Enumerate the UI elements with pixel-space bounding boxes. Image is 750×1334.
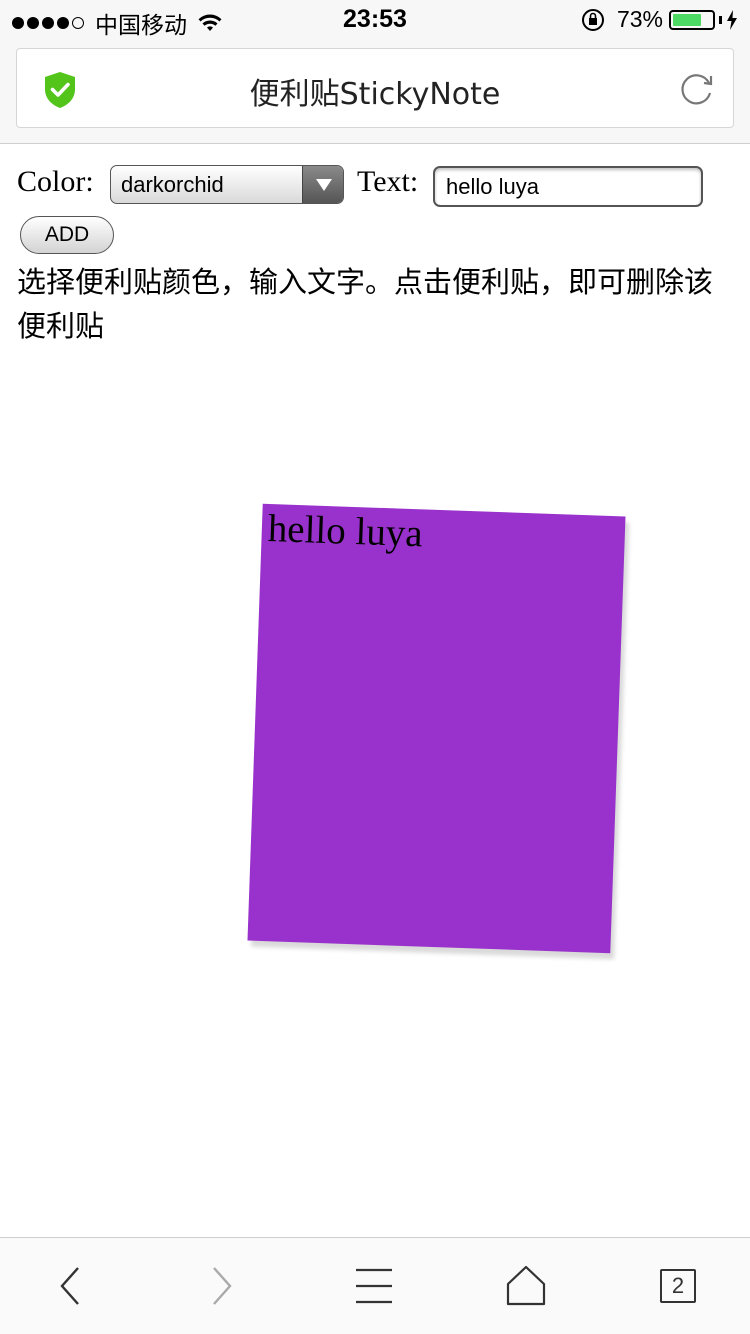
page-title: 便利贴StickyNote (249, 77, 501, 112)
forward-icon[interactable] (198, 1264, 242, 1308)
browser-header: 便利贴StickyNote (0, 40, 750, 144)
status-right: 73% (581, 6, 738, 33)
color-select[interactable]: darkorchid (110, 165, 344, 204)
status-bar: 中国移动 23:53 73% (0, 0, 750, 40)
sticky-note[interactable]: hello luya (247, 503, 626, 954)
home-icon[interactable] (504, 1264, 548, 1308)
page-content: Color: darkorchid Text: hello luya ADD 选… (0, 145, 750, 1237)
reload-icon[interactable] (679, 71, 715, 107)
color-label: Color: (17, 165, 94, 198)
tabs-button[interactable]: 2 (660, 1269, 696, 1303)
back-icon[interactable] (50, 1264, 94, 1308)
battery-fill (673, 13, 701, 26)
text-label: Text: (357, 165, 419, 198)
battery-tip (719, 15, 722, 24)
add-button[interactable]: ADD (20, 216, 114, 254)
charging-bolt-icon (727, 9, 737, 30)
battery-icon (669, 9, 715, 30)
rotation-lock-icon (581, 8, 604, 31)
menu-icon[interactable] (352, 1264, 396, 1308)
bottom-toolbar: 2 (0, 1237, 750, 1334)
battery-percent: 73% (616, 6, 663, 32)
sticky-note-text: hello luya (267, 507, 424, 556)
address-bar[interactable]: 便利贴StickyNote (16, 48, 734, 128)
instructions-text: 选择便利贴颜色，输入文字。点击便利贴，即可删除该便利贴 (17, 265, 714, 343)
chevron-down-icon (302, 166, 343, 203)
note-text-input[interactable]: hello luya (433, 166, 703, 207)
color-select-value: darkorchid (121, 172, 224, 197)
security-shield-icon (45, 72, 75, 108)
